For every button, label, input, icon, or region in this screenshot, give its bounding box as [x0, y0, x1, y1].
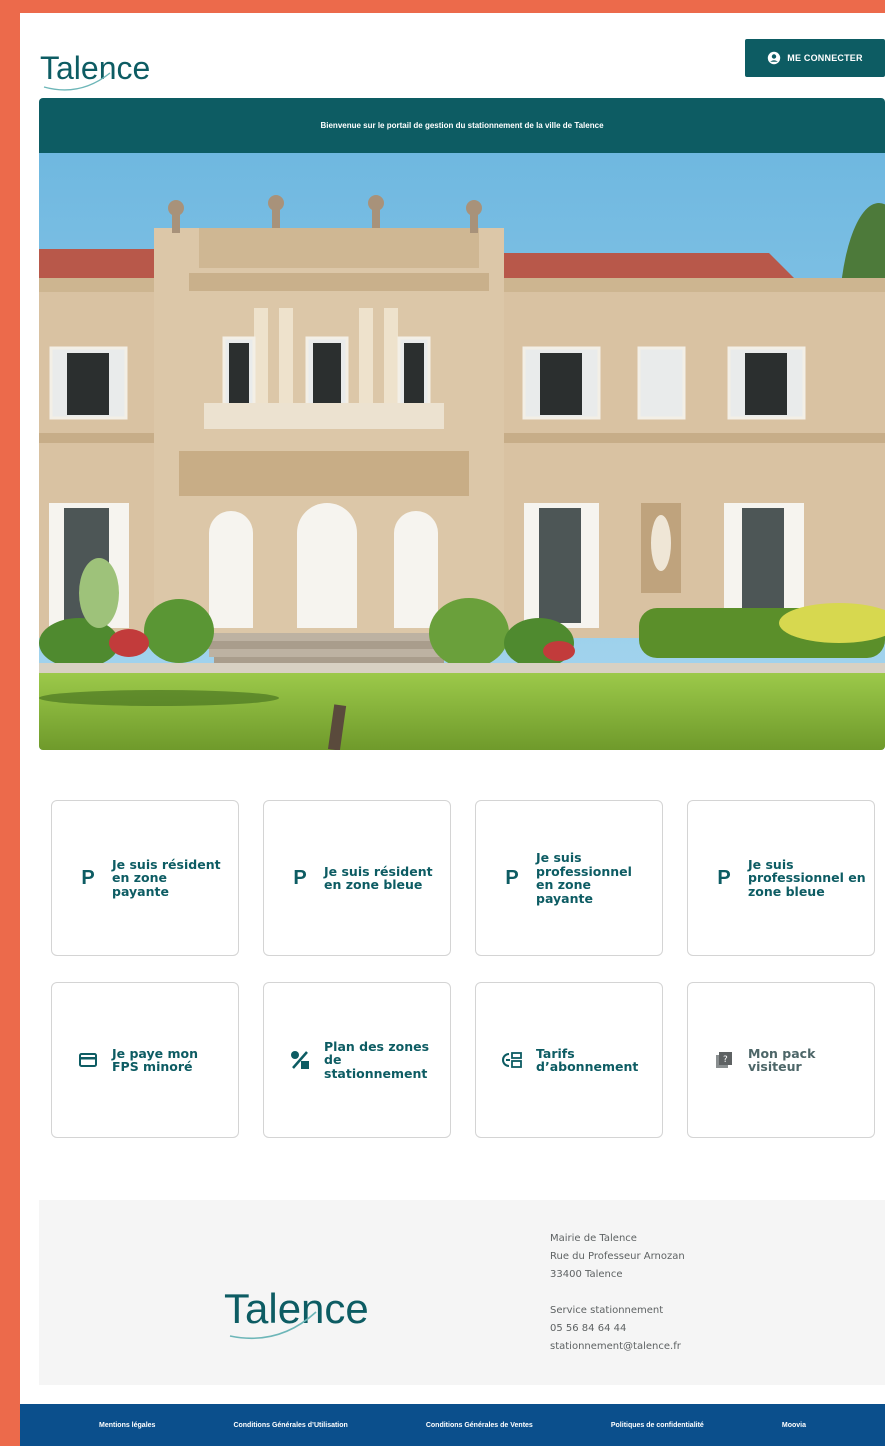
footer-info: Talence Mairie de Talence Rue du Profess…: [39, 1200, 885, 1385]
address-line: Mairie de Talence: [550, 1233, 637, 1244]
address-line: Rue du Professeur Arnozan: [550, 1251, 685, 1262]
help-book-icon: ?: [714, 1051, 734, 1069]
service-name: Service stationnement: [550, 1305, 664, 1316]
tile-label: Je suis résident en zone bleue: [324, 863, 433, 892]
chateau-illustration: [39, 153, 885, 750]
tile-pay-fps[interactable]: Je paye mon FPS minoré: [51, 982, 239, 1138]
address-line: 33400 Talence: [550, 1269, 623, 1280]
credit-card-icon: [78, 1053, 98, 1067]
talence-logo[interactable]: Talence: [40, 27, 180, 97]
footer-talence-logo[interactable]: Talence: [224, 1250, 409, 1345]
tile-label: Plan des zones de stationnement: [324, 1038, 430, 1081]
tile-label: Tarifs d’abonnement: [536, 1045, 639, 1074]
tile-professional-blue-zone[interactable]: P Je suis professionnel en zone bleue: [687, 800, 875, 956]
tile-label: Je suis résident en zone payante: [112, 856, 221, 899]
footer-link-terms-of-sale[interactable]: Conditions Générales de Ventes: [426, 1422, 533, 1429]
hero-image: [39, 153, 885, 750]
footer-link-moovia[interactable]: Moovia: [782, 1422, 806, 1429]
tile-label: Je suis professionnel en zone payante: [536, 850, 632, 906]
page: Talence ME CONNECTER Bienvenue sur le po…: [20, 13, 885, 1446]
welcome-text: Bienvenue sur le portail de gestion du s…: [320, 121, 604, 130]
tile-label: Je paye mon FPS minoré: [112, 1045, 198, 1074]
parking-icon: P: [717, 866, 731, 889]
welcome-banner: Bienvenue sur le portail de gestion du s…: [39, 98, 885, 153]
footer-link-privacy-policy[interactable]: Politiques de confidentialité: [611, 1422, 704, 1429]
service-email[interactable]: stationnement@talence.fr: [550, 1338, 810, 1356]
tile-label: Je suis professionnel en zone bleue: [748, 856, 866, 899]
login-button[interactable]: ME CONNECTER: [745, 39, 885, 77]
footer-logo-text: Talence: [224, 1285, 369, 1332]
tile-visitor-pack[interactable]: ? Mon pack visiteur: [687, 982, 875, 1138]
tile-resident-blue-zone[interactable]: P Je suis résident en zone bleue: [263, 800, 451, 956]
login-button-label: ME CONNECTER: [787, 53, 863, 63]
footer-link-terms-of-use[interactable]: Conditions Générales d’Utilisation: [233, 1422, 347, 1429]
footer-nav: Mentions légales Conditions Générales d’…: [20, 1404, 885, 1446]
percent-shapes-icon: [290, 1050, 310, 1070]
tile-subscription-rates[interactable]: Tarifs d’abonnement: [475, 982, 663, 1138]
logo-text: Talence: [40, 50, 150, 86]
parking-icon: P: [81, 866, 95, 889]
user-icon: [768, 51, 781, 65]
footer-link-legal-notice[interactable]: Mentions légales: [99, 1422, 155, 1429]
tile-professional-paid-zone[interactable]: P Je suis professionnel en zone payante: [475, 800, 663, 956]
parking-icon: P: [505, 866, 519, 889]
price-list-icon: [502, 1051, 522, 1069]
tile-label: Mon pack visiteur: [748, 1045, 816, 1074]
svg-text:?: ?: [723, 1055, 728, 1065]
tile-resident-paid-zone[interactable]: P Je suis résident en zone payante: [51, 800, 239, 956]
footer-address: Mairie de Talence Rue du Professeur Arno…: [550, 1230, 810, 1356]
parking-icon: P: [293, 866, 307, 889]
tile-parking-zones-map[interactable]: Plan des zones de stationnement: [263, 982, 451, 1138]
service-phone[interactable]: 05 56 84 64 44: [550, 1320, 810, 1338]
